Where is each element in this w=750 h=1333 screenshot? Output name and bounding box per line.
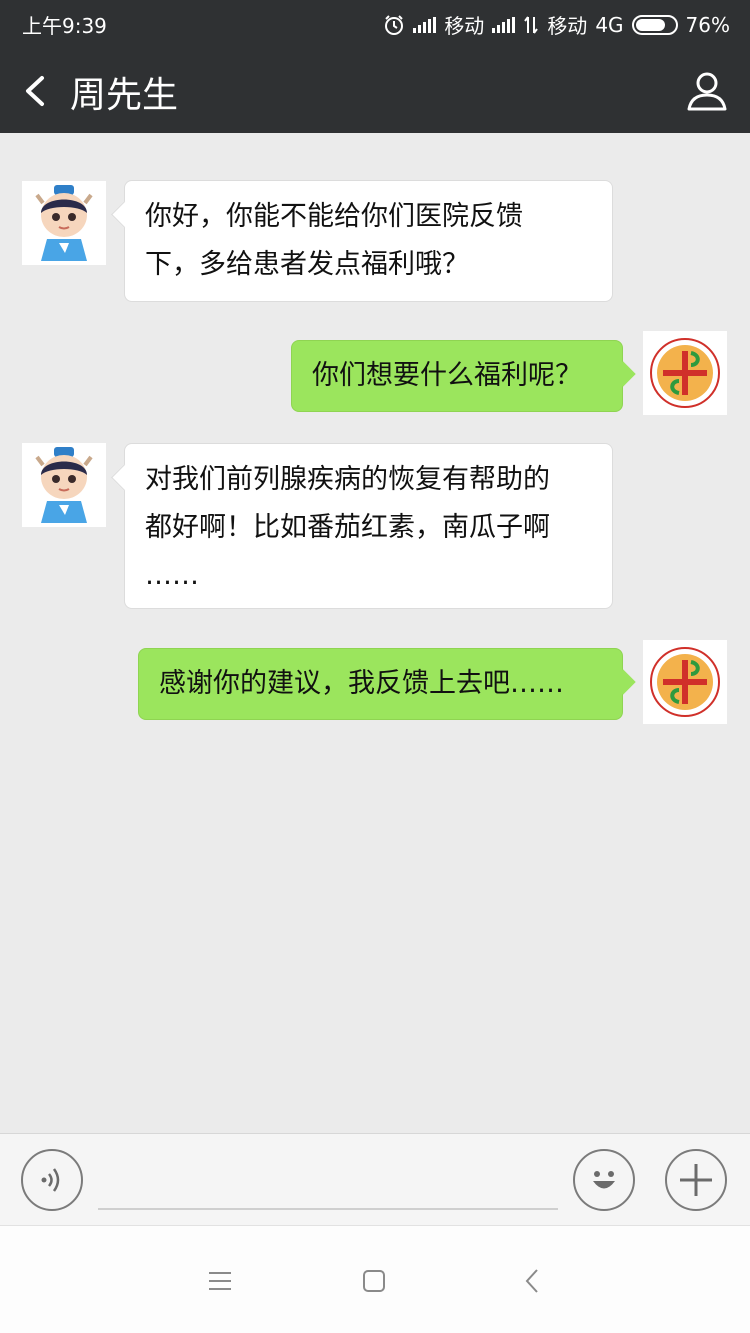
message-bubble-outgoing[interactable]: 你们想要什么福利呢？ bbox=[291, 340, 623, 412]
my-avatar[interactable] bbox=[643, 640, 727, 724]
hospital-logo-icon bbox=[650, 338, 720, 408]
signal-icon bbox=[492, 16, 516, 33]
carrier-2: 移动 bbox=[547, 14, 588, 38]
more-button[interactable] bbox=[665, 1149, 727, 1211]
menu-icon bbox=[209, 1272, 231, 1290]
message-text-line: 对我们前列腺疾病的恢复有帮助的 bbox=[145, 464, 550, 495]
voice-icon bbox=[41, 1168, 60, 1192]
chat-area[interactable]: 你好，你能不能给你们医院反馈 下，多给患者发点福利哦？ 你们想要什么福利呢？ 对… bbox=[0, 133, 750, 1133]
profile-button[interactable] bbox=[686, 70, 728, 112]
message-bubble-incoming[interactable]: 对我们前列腺疾病的恢复有帮助的 都好啊！比如番茄红素，南瓜子啊 …… bbox=[124, 443, 613, 609]
status-bar: 上午9:39 移动 移动 4G 76% bbox=[0, 0, 750, 46]
plus-icon bbox=[680, 1164, 712, 1196]
chevron-left-icon bbox=[26, 76, 44, 106]
back-button[interactable] bbox=[16, 66, 56, 116]
message-input[interactable] bbox=[98, 1148, 558, 1210]
contact-avatar[interactable] bbox=[22, 443, 106, 527]
message-text-line: 都好啊！比如番茄红素，南瓜子啊 bbox=[145, 512, 550, 543]
my-avatar[interactable] bbox=[643, 331, 727, 415]
nav-bar: 周先生 bbox=[0, 46, 750, 133]
hospital-logo-icon bbox=[650, 647, 720, 717]
battery-percent: 76% bbox=[685, 12, 730, 37]
person-icon bbox=[687, 72, 727, 111]
alarm-icon bbox=[385, 14, 404, 35]
cartoon-doctor-avatar bbox=[35, 185, 93, 261]
message-bubble-incoming[interactable]: 你好，你能不能给你们医院反馈 下，多给患者发点福利哦？ bbox=[124, 180, 613, 302]
menu-button[interactable] bbox=[195, 1256, 245, 1306]
message-bubble-outgoing[interactable]: 感谢你的建议，我反馈上去吧…… bbox=[138, 648, 623, 720]
system-back-button[interactable] bbox=[507, 1256, 557, 1306]
smiley-icon bbox=[593, 1171, 615, 1189]
contact-avatar[interactable] bbox=[22, 181, 106, 265]
network-type: 4G bbox=[595, 12, 624, 37]
input-bar bbox=[0, 1133, 750, 1225]
message-text-line: 下，多给患者发点福利哦？ bbox=[145, 249, 469, 280]
message-text-line: …… bbox=[145, 560, 199, 591]
home-icon bbox=[363, 1270, 385, 1292]
message-text-line: 你好，你能不能给你们医院反馈 bbox=[145, 201, 523, 232]
top-bar: 上午9:39 移动 移动 4G 76% 周先生 bbox=[0, 0, 750, 133]
system-nav-bar bbox=[0, 1225, 750, 1333]
battery-icon bbox=[631, 14, 678, 35]
message-text-line: 你们想要什么福利呢？ bbox=[312, 360, 582, 391]
chat-title: 周先生 bbox=[70, 75, 179, 116]
carrier-1: 移动 bbox=[444, 14, 485, 38]
emoji-button[interactable] bbox=[573, 1149, 635, 1211]
status-time: 上午9:39 bbox=[22, 14, 107, 38]
data-transfer-icon bbox=[524, 15, 539, 34]
signal-icon bbox=[413, 16, 437, 33]
battery-fill bbox=[635, 18, 665, 31]
cartoon-doctor-avatar bbox=[35, 447, 93, 523]
status-indicators: 移动 移动 4G 76% bbox=[383, 10, 730, 39]
voice-button[interactable] bbox=[21, 1149, 83, 1211]
message-text-line: 感谢你的建议，我反馈上去吧…… bbox=[159, 668, 564, 699]
home-button[interactable] bbox=[349, 1256, 399, 1306]
back-arrow-icon bbox=[525, 1269, 538, 1293]
